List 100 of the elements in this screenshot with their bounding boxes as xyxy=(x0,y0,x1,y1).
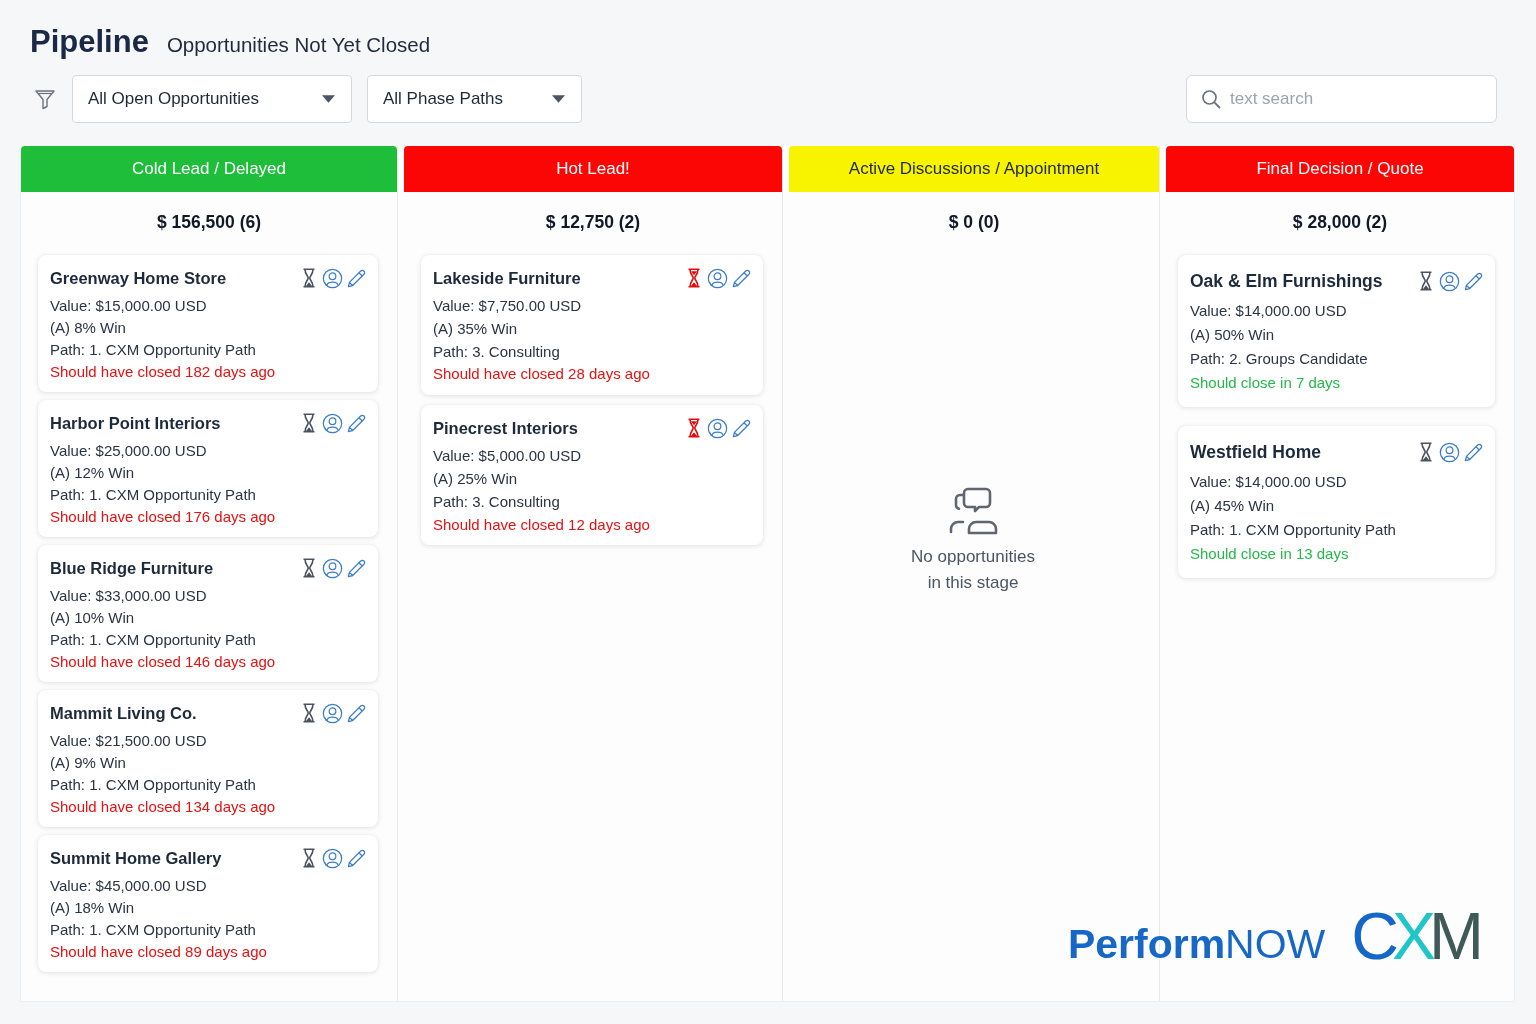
card-due: Should have closed 89 days ago xyxy=(50,942,268,962)
opportunity-card[interactable]: Pinecrest Interiors Value: $5,000.00 USD (A) 25% Win Path: 3. Consulting Should have closed 12 days ago xyxy=(421,405,763,546)
search-field[interactable]: text search xyxy=(1186,75,1497,123)
stage-header: Final Decision / Quote xyxy=(1166,146,1514,192)
person-circle-icon[interactable] xyxy=(322,847,343,869)
pencil-icon[interactable] xyxy=(346,557,367,579)
person-circle-icon[interactable] xyxy=(707,267,728,289)
card-win: (A) 10% Win xyxy=(50,608,136,628)
person-circle-icon[interactable] xyxy=(1439,270,1460,292)
card-title: Westfield Home xyxy=(1190,441,1321,463)
card-due: Should have closed 182 days ago xyxy=(50,362,277,382)
card-value: Value: $45,000.00 USD xyxy=(50,876,208,896)
card-value: Value: $21,500.00 USD xyxy=(50,731,208,751)
pencil-icon[interactable] xyxy=(1463,270,1484,292)
card-win: (A) 45% Win xyxy=(1190,496,1276,516)
dropdown[interactable]: All Phase Paths xyxy=(367,75,582,123)
hourglass-icon[interactable] xyxy=(302,558,316,578)
opportunity-card[interactable]: Lakeside Furniture Value: $7,750.00 USD (A) 35% Win Path: 3. Consulting Should have closed 28 days ago xyxy=(421,255,763,396)
card-win: (A) 9% Win xyxy=(50,753,127,773)
pencil-icon[interactable] xyxy=(1463,441,1484,463)
pencil-icon[interactable] xyxy=(346,847,367,869)
hourglass-icon[interactable] xyxy=(302,703,316,723)
card-title: Lakeside Furniture xyxy=(433,268,581,288)
card-due: Should have closed 28 days ago xyxy=(433,364,651,385)
card-win: (A) 35% Win xyxy=(433,318,519,339)
card-title: Mammit Living Co. xyxy=(50,703,197,723)
pencil-icon[interactable] xyxy=(346,702,367,724)
pencil-icon[interactable] xyxy=(346,267,367,289)
card-due: Should have closed 134 days ago xyxy=(50,797,277,817)
card-value: Value: $7,750.00 USD xyxy=(433,296,583,316)
card-title: Summit Home Gallery xyxy=(50,848,222,868)
card-path: Path: 1. CXM Opportunity Path xyxy=(50,775,257,795)
person-circle-icon[interactable] xyxy=(322,412,343,434)
opportunity-card[interactable]: Summit Home Gallery Value: $45,000.00 USD (A) 18% Win Path: 1. CXM Opportunity Path Should have closed 89 days ago xyxy=(38,835,378,972)
card-value: Value: $5,000.00 USD xyxy=(433,446,583,467)
stage-total: $ 0 (0) xyxy=(947,211,1001,234)
opportunity-card[interactable]: Greenway Home Store Value: $15,000.00 USD (A) 8% Win Path: 1. CXM Opportunity Path Should have closed 182 days ago xyxy=(38,255,378,392)
logo-mark: CXM xyxy=(1351,908,1479,965)
filter-icon xyxy=(34,88,56,110)
opportunity-card[interactable]: Mammit Living Co. Value: $21,500.00 USD (A) 9% Win Path: 1. CXM Opportunity Path Should have closed 134 days ago xyxy=(38,690,378,827)
pencil-icon[interactable] xyxy=(731,267,752,289)
hourglass-icon[interactable] xyxy=(687,268,701,288)
card-path: Path: 2. Groups Candidate xyxy=(1190,349,1369,369)
card-due: Should have closed 146 days ago xyxy=(50,652,277,672)
card-win: (A) 50% Win xyxy=(1190,325,1276,345)
people-speech-bubble-icon xyxy=(947,486,999,536)
person-circle-icon[interactable] xyxy=(322,702,343,724)
card-path: Path: 1. CXM Opportunity Path xyxy=(50,630,257,650)
card-path: Path: 1. CXM Opportunity Path xyxy=(1190,520,1397,540)
card-value: Value: $14,000.00 USD xyxy=(1190,301,1348,321)
hourglass-icon[interactable] xyxy=(302,413,316,433)
card-title: Oak & Elm Furnishings xyxy=(1190,270,1383,292)
person-circle-icon[interactable] xyxy=(1439,441,1460,463)
person-circle-icon[interactable] xyxy=(322,267,343,289)
card-due: Should close in 13 days xyxy=(1190,544,1350,564)
stage-header: Active Discussions / Appointment xyxy=(789,146,1159,192)
stage-total: $ 156,500 (6) xyxy=(155,211,263,234)
card-due: Should have closed 12 days ago xyxy=(433,514,651,535)
card-title: Pinecrest Interiors xyxy=(433,418,578,438)
card-title: Blue Ridge Furniture xyxy=(50,558,214,578)
hourglass-icon[interactable] xyxy=(302,848,316,868)
opportunity-card[interactable]: Blue Ridge Furniture Value: $33,000.00 USD (A) 10% Win Path: 1. CXM Opportunity Path Should have closed 146 days ago xyxy=(38,545,378,682)
opportunity-card[interactable]: Westfield Home Value: $14,000.00 USD (A) 45% Win Path: 1. CXM Opportunity Path Should close in 13 days xyxy=(1178,426,1495,578)
card-path: Path: 3. Consulting xyxy=(433,341,561,362)
hourglass-icon[interactable] xyxy=(687,418,701,439)
card-value: Value: $15,000.00 USD xyxy=(50,296,208,316)
stage-header: Cold Lead / Delayed xyxy=(21,146,397,192)
stage-total: $ 28,000 (2) xyxy=(1291,211,1389,234)
opportunity-card[interactable]: Harbor Point Interiors Value: $25,000.00 USD (A) 12% Win Path: 1. CXM Opportunity Path Should have closed 176 days ago xyxy=(38,400,378,537)
opportunity-card[interactable]: Oak & Elm Furnishings Value: $14,000.00 USD (A) 50% Win Path: 2. Groups Candidate Should close in 7 days xyxy=(1178,255,1495,407)
page-subtitle: Opportunities Not Yet Closed xyxy=(166,33,431,57)
card-due: Should close in 7 days xyxy=(1190,373,1342,393)
person-circle-icon[interactable] xyxy=(322,557,343,579)
hourglass-icon[interactable] xyxy=(1419,442,1433,462)
card-value: Value: $25,000.00 USD xyxy=(50,441,208,461)
logo-wordmark: PerformNOW xyxy=(1067,924,1326,965)
hourglass-icon[interactable] xyxy=(302,268,316,288)
dropdown[interactable]: All Open Opportunities xyxy=(72,75,352,123)
pencil-icon[interactable] xyxy=(346,412,367,434)
card-title: Greenway Home Store xyxy=(50,268,227,288)
card-win: (A) 8% Win xyxy=(50,318,127,338)
caret-icon xyxy=(552,95,565,103)
card-path: Path: 3. Consulting xyxy=(433,491,561,512)
card-path: Path: 1. CXM Opportunity Path xyxy=(50,340,257,360)
card-due: Should have closed 176 days ago xyxy=(50,507,277,527)
page-title: Pipeline xyxy=(30,23,149,61)
card-title: Harbor Point Interiors xyxy=(50,413,221,433)
card-value: Value: $33,000.00 USD xyxy=(50,586,208,606)
search-icon xyxy=(1201,89,1221,109)
card-path: Path: 1. CXM Opportunity Path xyxy=(50,920,257,940)
card-win: (A) 12% Win xyxy=(50,463,136,483)
card-win: (A) 18% Win xyxy=(50,898,136,918)
stage-header: Hot Lead! xyxy=(404,146,782,192)
hourglass-icon[interactable] xyxy=(1419,271,1433,291)
card-value: Value: $14,000.00 USD xyxy=(1190,472,1348,492)
person-circle-icon[interactable] xyxy=(707,417,728,439)
pencil-icon[interactable] xyxy=(731,417,752,439)
empty-state-message: No opportunities in this stage xyxy=(910,546,1036,594)
caret-icon xyxy=(322,95,335,103)
stage-total: $ 12,750 (2) xyxy=(544,211,642,234)
